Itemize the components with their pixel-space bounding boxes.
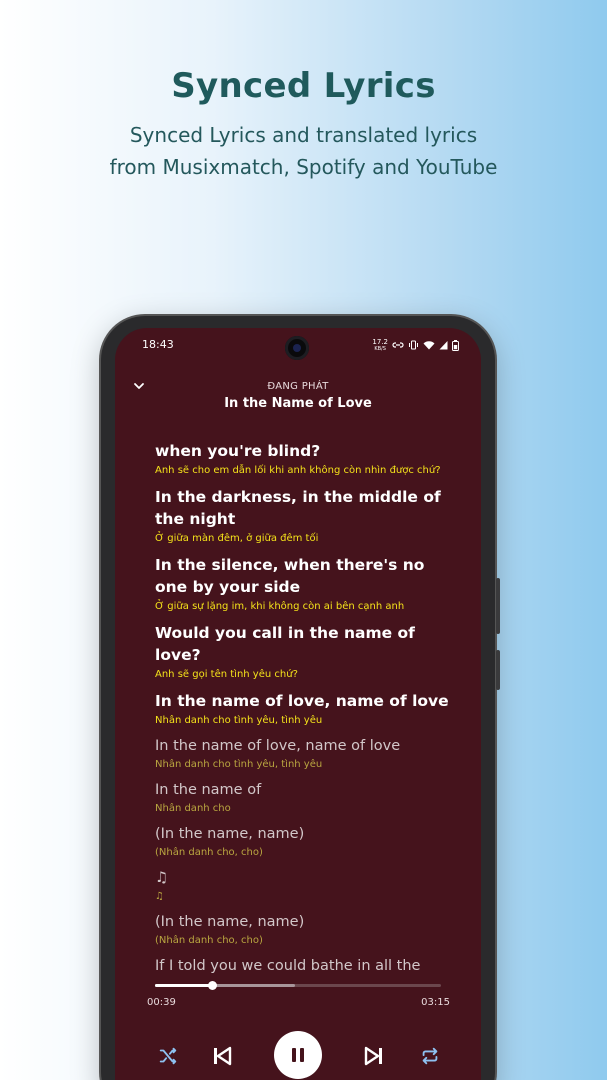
lyric-item[interactable]: In the silence, when there's no one by y… — [155, 554, 461, 614]
lyric-item[interactable]: (In the name, name) (Nhân danh cho, cho) — [155, 824, 461, 860]
lyric-item[interactable]: when you're blind? Anh sẽ cho em dẫn lối … — [155, 440, 461, 478]
lyric-translation: Ở giữa sự lặng im, khi không còn ai bên … — [155, 601, 405, 612]
status-time: 18:43 — [142, 338, 174, 351]
next-button[interactable] — [354, 1028, 394, 1080]
phone-frame: 18:43 17.2 KB/S ĐANG PHÁT In the Name of… — [101, 316, 500, 1080]
shuffle-button[interactable] — [148, 1028, 188, 1080]
skip-next-icon — [364, 1046, 382, 1066]
lyric-line: when you're blind? — [155, 442, 321, 460]
battery-icon — [452, 339, 459, 351]
seek-thumb[interactable] — [208, 981, 218, 990]
network-speed-value: 17.2 — [372, 338, 388, 346]
lyric-line: In the name of — [155, 782, 262, 798]
lyric-line: (In the name, name) — [155, 914, 305, 930]
repeat-button[interactable] — [410, 1028, 450, 1080]
lyric-translation: (Nhân danh cho, cho) — [155, 847, 263, 858]
lyric-item[interactable]: In the name of love, name of love Nhân da… — [155, 736, 461, 772]
lyrics-list[interactable]: when you're blind? Anh sẽ cho em dẫn lối … — [155, 440, 461, 984]
lyric-item[interactable]: In the name of Nhân danh cho — [155, 780, 461, 816]
now-playing-label: ĐANG PHÁT — [267, 381, 329, 392]
pause-icon — [292, 1048, 304, 1062]
lyric-translation: ♫ — [155, 891, 164, 902]
lyric-translation: Anh sẽ gọi tên tình yêu chứ? — [155, 669, 298, 680]
skip-previous-icon — [214, 1046, 232, 1066]
total-time: 03:15 — [421, 997, 450, 1008]
power-button — [496, 650, 500, 690]
volume-button — [496, 578, 500, 634]
elapsed-time: 00:39 — [147, 997, 176, 1008]
status-bar: 18:43 17.2 KB/S — [115, 328, 481, 362]
lyric-line: In the name of love, name of love — [155, 692, 449, 710]
player-screen: 18:43 17.2 KB/S ĐANG PHÁT In the Name of… — [115, 328, 481, 1080]
lyric-line: In the name of love, name of love — [155, 738, 401, 754]
vibrate-icon — [409, 340, 418, 350]
repeat-icon — [422, 1047, 438, 1065]
promo-subtitle-line1: Synced Lyrics and translated lyrics — [129, 123, 478, 147]
lyric-line: In the darkness, in the middle of the ni… — [155, 488, 441, 528]
lyric-translation: Ở giữa màn đêm, ở giữa đêm tối — [155, 533, 319, 544]
wifi-icon — [423, 341, 435, 350]
pause-button[interactable] — [274, 1031, 322, 1079]
song-title: In the Name of Love — [224, 396, 372, 411]
status-icons: 17.2 KB/S — [372, 338, 459, 352]
network-speed-unit: KB/S — [374, 346, 386, 352]
lyric-line: If I told you we could bathe in all the — [155, 958, 421, 974]
network-speed: 17.2 KB/S — [372, 338, 388, 352]
lyric-translation: Nhân danh cho tình yêu, tình yêu — [155, 759, 323, 770]
lyric-translation: Anh sẽ cho em dẫn lối khi anh không còn … — [155, 465, 441, 476]
signal-icon — [439, 341, 448, 350]
playback-controls — [115, 1028, 481, 1080]
lyric-item[interactable]: Would you call in the name of love? Anh s… — [155, 622, 461, 682]
lyric-translation: Nhân danh cho tình yêu, tình yêu — [155, 715, 323, 726]
promo-title: Synced Lyrics — [171, 66, 436, 106]
lyric-translation: Nhân danh cho — [155, 803, 231, 814]
lyric-item[interactable]: If I told you we could bathe in all the — [155, 956, 461, 976]
front-camera — [285, 336, 309, 360]
promo-subtitle-line2: from Musixmatch, Spotify and YouTube — [109, 155, 498, 179]
lyric-line: (In the name, name) — [155, 826, 305, 842]
lyric-item[interactable]: (In the name, name) (Nhân danh cho, cho) — [155, 912, 461, 948]
lyric-line: In the silence, when there's no one by y… — [155, 556, 425, 596]
previous-button[interactable] — [202, 1028, 242, 1080]
link-icon — [392, 342, 404, 348]
shuffle-icon — [159, 1047, 177, 1065]
progress-fill — [155, 984, 213, 987]
lyric-item[interactable]: ♫ ♫ — [155, 868, 461, 904]
lyric-item[interactable]: In the darkness, in the middle of the ni… — [155, 486, 461, 546]
seek-bar[interactable] — [155, 981, 441, 990]
lyric-line: ♫ — [155, 870, 168, 886]
lyric-item[interactable]: In the name of love, name of love Nhân da… — [155, 690, 461, 728]
lyric-translation: (Nhân danh cho, cho) — [155, 935, 263, 946]
lyric-line: Would you call in the name of love? — [155, 624, 415, 664]
